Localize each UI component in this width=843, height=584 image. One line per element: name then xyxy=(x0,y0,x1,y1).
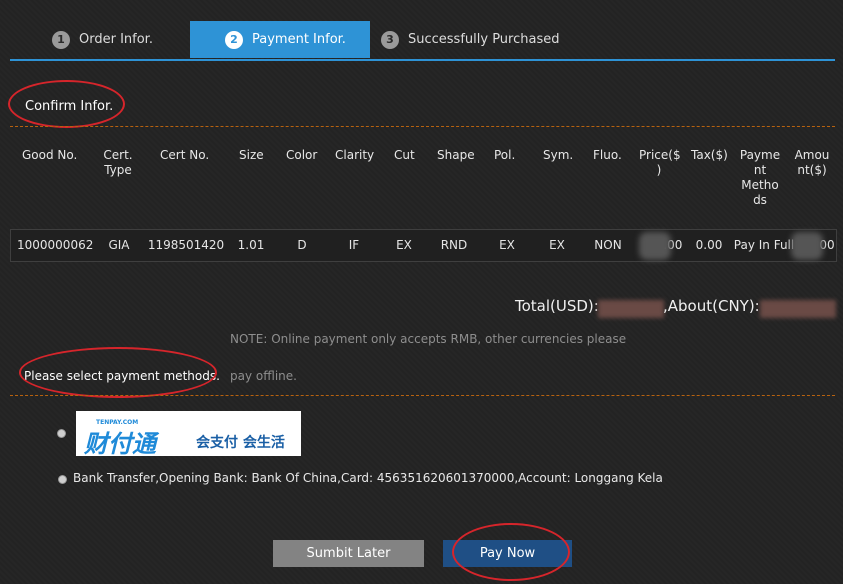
amount-redaction xyxy=(791,232,823,260)
annotation-circle-pay-now xyxy=(452,523,570,581)
tenpay-logo[interactable]: TENPAY.COM 财付通 会支付 会生活 xyxy=(76,411,301,458)
annotation-circle-payment xyxy=(19,347,217,398)
step-label-payment-info: Payment Infor. xyxy=(252,32,346,47)
bank-transfer-option[interactable]: Bank Transfer,Opening Bank: Bank Of Chin… xyxy=(73,471,663,485)
header-fluo: Fluo. xyxy=(593,148,622,162)
header-amount: Amou nt($) xyxy=(792,148,832,178)
header-clarity: Clarity xyxy=(335,148,375,162)
header-payment-methods-line2: nt xyxy=(753,163,767,177)
payment-note-line1: NOTE: Online payment only accepts RMB, o… xyxy=(230,332,627,346)
step-number-1: 1 xyxy=(52,30,70,49)
total-cny-redaction xyxy=(760,300,836,318)
payment-note-line2: pay offline. xyxy=(230,369,297,383)
header-cert-type-line1: Cert. xyxy=(103,148,133,162)
step-payment-info[interactable]: 2 Payment Infor. xyxy=(190,21,370,58)
cell-payment-method: Pay In Full xyxy=(733,238,795,252)
cell-good-no: 1000000062 xyxy=(17,238,94,252)
cell-sym: EX xyxy=(549,238,565,252)
cell-cert-type: GIA xyxy=(108,238,130,252)
header-size: Size xyxy=(239,148,264,162)
header-price: Price($ ) xyxy=(639,148,681,178)
step-order-info[interactable]: 1 Order Infor. xyxy=(52,21,153,58)
cell-cut: EX xyxy=(396,238,412,252)
header-amount-line2: nt($) xyxy=(797,163,827,177)
cell-pol: EX xyxy=(499,238,515,252)
tenpay-slogan-text: 会支付 会生活 xyxy=(196,435,285,451)
header-price-line2: ) xyxy=(656,163,662,177)
header-cert-type: Cert. Type xyxy=(98,148,138,178)
step-number-2: 2 xyxy=(225,30,243,49)
total-usd-redaction xyxy=(598,300,664,318)
cell-tax: 0.00 xyxy=(695,238,723,252)
cell-clarity: IF xyxy=(348,238,360,252)
header-cut: Cut xyxy=(394,148,415,162)
price-redaction xyxy=(639,232,671,260)
header-amount-line1: Amou xyxy=(794,148,830,162)
tenpay-radio[interactable] xyxy=(57,429,66,438)
bank-transfer-radio[interactable] xyxy=(58,475,67,484)
divider-bottom xyxy=(10,395,835,396)
header-pol: Pol. xyxy=(494,148,516,162)
total-cny-label: ,About(CNY): xyxy=(663,297,760,315)
header-payment-methods-line4: ds xyxy=(753,193,767,207)
cell-fluo: NON xyxy=(594,238,622,252)
step-successfully-purchased[interactable]: 3 Successfully Purchased xyxy=(381,21,559,58)
cell-color: D xyxy=(297,238,307,252)
header-payment-methods: Payme nt Metho ds xyxy=(737,148,783,208)
cell-size: 1.01 xyxy=(237,238,265,252)
divider-top xyxy=(10,126,835,127)
header-payment-methods-line1: Payme xyxy=(739,148,781,162)
step-label-order-info: Order Infor. xyxy=(79,32,153,47)
step-number-3: 3 xyxy=(381,30,399,49)
header-cert-type-line2: Type xyxy=(104,163,132,177)
header-shape: Shape xyxy=(437,148,475,162)
order-table-header: Good No. Cert. Type Cert No. Size Color … xyxy=(10,148,835,210)
cell-shape: RND xyxy=(440,238,468,252)
header-payment-methods-line3: Metho xyxy=(741,178,779,192)
header-tax: Tax($) xyxy=(691,148,728,162)
header-price-line1: Price($ xyxy=(639,148,681,162)
cell-cert-no: 1198501420 xyxy=(147,238,225,252)
table-row: 1000000062 GIA 1198501420 1.01 D IF EX R… xyxy=(10,229,837,262)
tenpay-brand-text: 财付通 xyxy=(84,430,156,458)
header-cert-no: Cert No. xyxy=(160,148,210,162)
header-sym: Sym. xyxy=(543,148,574,162)
step-label-successfully-purchased: Successfully Purchased xyxy=(408,32,560,47)
header-good-no: Good No. xyxy=(22,148,78,162)
annotation-circle-confirm xyxy=(8,80,125,128)
checkout-steps: 1 Order Infor. 2 Payment Infor. 3 Succes… xyxy=(10,21,835,61)
header-color: Color xyxy=(286,148,318,162)
total-usd-label: Total(USD): xyxy=(515,297,599,315)
submit-later-button[interactable]: Sumbit Later xyxy=(273,540,424,567)
